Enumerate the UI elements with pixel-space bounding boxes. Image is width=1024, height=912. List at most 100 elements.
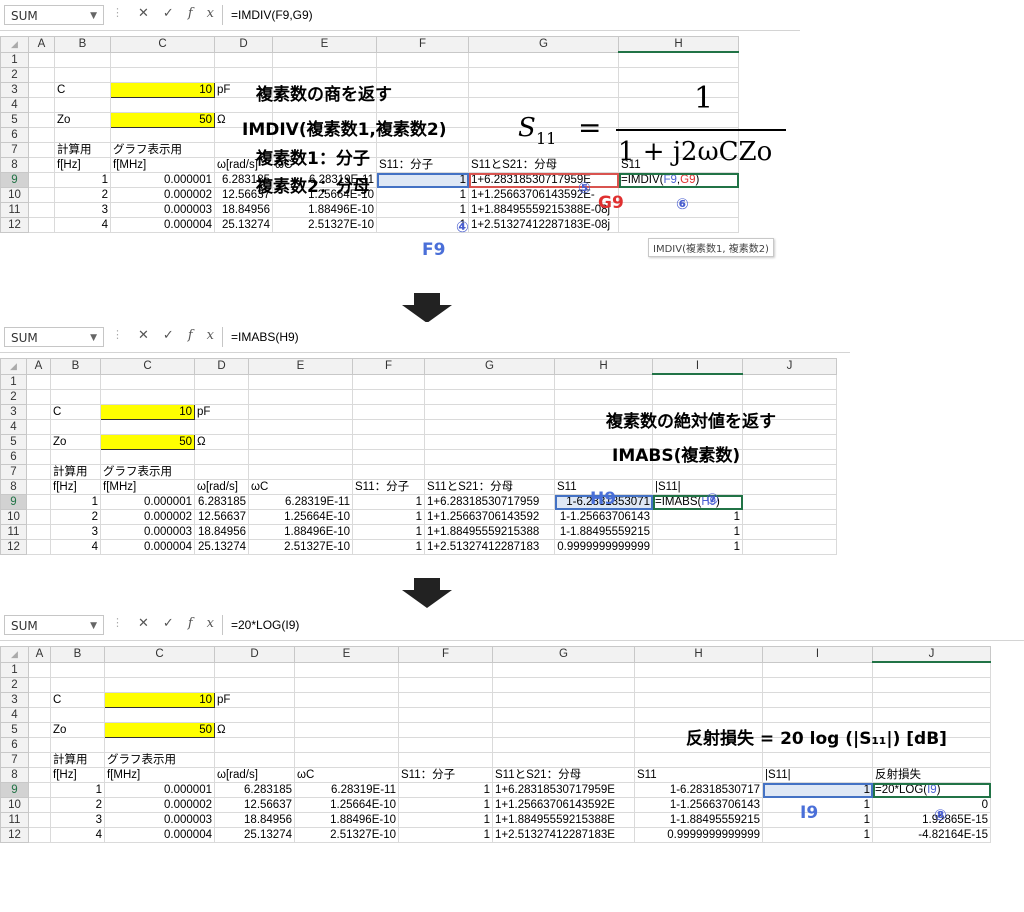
cell-c6[interactable] xyxy=(104,737,215,753)
formula-input[interactable]: =20*LOG(I9) xyxy=(222,615,1018,635)
cell-g8[interactable]: S11とS21：分母 xyxy=(424,479,555,495)
cell-h12[interactable] xyxy=(618,217,739,233)
select-all-corner[interactable]: ◢ xyxy=(0,646,29,663)
cell-i10[interactable]: 1 xyxy=(652,509,743,525)
row-header[interactable]: 1 xyxy=(0,373,27,390)
cell-f6[interactable] xyxy=(352,449,425,465)
cell-j6[interactable] xyxy=(742,449,837,465)
cell-b8[interactable]: f[Hz] xyxy=(50,767,105,783)
cell-j2[interactable] xyxy=(742,389,837,405)
row-header[interactable]: 9 xyxy=(0,782,29,798)
cell-h1[interactable] xyxy=(634,661,763,678)
row-header[interactable]: 1 xyxy=(0,661,29,678)
enter-icon[interactable]: ✓ xyxy=(163,6,188,21)
cell-d8[interactable]: ω[rad/s] xyxy=(194,479,249,495)
cell-b1[interactable] xyxy=(54,51,111,68)
row-header[interactable]: 3 xyxy=(0,404,27,420)
chevron-down-icon[interactable]: ▼ xyxy=(90,6,97,26)
cell-g11[interactable]: 1+1.88495559215388 xyxy=(424,524,555,540)
cell-d12[interactable]: 25.13274 xyxy=(194,539,249,555)
cell-i4[interactable] xyxy=(762,707,873,723)
cell-c3[interactable]: 10 xyxy=(100,404,195,420)
cell-e1[interactable] xyxy=(272,51,377,68)
cell-f3[interactable] xyxy=(352,404,425,420)
cell-c4[interactable] xyxy=(100,419,195,435)
cell-g9[interactable]: 1+6.28318530717959E xyxy=(492,782,635,798)
cell-g12[interactable]: 1+2.51327412287183E-08j xyxy=(468,217,619,233)
cell-a9[interactable] xyxy=(26,494,51,510)
cell-g12[interactable]: 1+2.51327412287183E xyxy=(492,827,635,843)
cell-h1[interactable] xyxy=(554,373,653,390)
cell-d5[interactable]: Ω xyxy=(214,722,295,738)
cell-c7[interactable]: グラフ表示用 xyxy=(110,142,215,158)
cell-e2[interactable] xyxy=(248,389,353,405)
row-header[interactable]: 8 xyxy=(0,479,27,495)
cell-f12[interactable]: 1 xyxy=(352,539,425,555)
cell-j2[interactable] xyxy=(872,677,991,693)
cell-d2[interactable] xyxy=(194,389,249,405)
cell-c3[interactable]: 10 xyxy=(110,82,215,98)
cell-e2[interactable] xyxy=(294,677,399,693)
cell-c9[interactable]: 0.000001 xyxy=(104,782,215,798)
cell-f4[interactable] xyxy=(398,707,493,723)
cell-f5[interactable] xyxy=(398,722,493,738)
cell-b9[interactable]: 1 xyxy=(54,172,111,188)
row-header[interactable]: 12 xyxy=(0,539,27,555)
column-header-f[interactable]: F xyxy=(398,646,493,663)
cell-a11[interactable] xyxy=(28,202,55,218)
cell-g5[interactable] xyxy=(492,722,635,738)
cell-c1[interactable] xyxy=(104,661,215,678)
cell-d7[interactable] xyxy=(194,464,249,480)
column-header-d[interactable]: D xyxy=(194,358,249,375)
chevron-down-icon[interactable]: ▼ xyxy=(90,328,97,348)
cell-g1[interactable] xyxy=(424,373,555,390)
cell-j8[interactable]: 反射損失 xyxy=(872,767,991,783)
cell-j9[interactable]: =20*LOG(I9) xyxy=(872,782,991,798)
cell-j8[interactable] xyxy=(742,479,837,495)
row-header[interactable]: 3 xyxy=(0,82,29,98)
cell-c6[interactable] xyxy=(100,449,195,465)
cell-d4[interactable] xyxy=(194,419,249,435)
cell-c7[interactable]: グラフ表示用 xyxy=(104,752,215,768)
cell-f10[interactable]: 1 xyxy=(398,797,493,813)
cell-j10[interactable]: 0 xyxy=(872,797,991,813)
cell-h3[interactable] xyxy=(634,692,763,708)
cell-d2[interactable] xyxy=(214,677,295,693)
cell-a10[interactable] xyxy=(28,187,55,203)
cell-e12[interactable]: 2.51327E-10 xyxy=(294,827,399,843)
row-header[interactable]: 5 xyxy=(0,722,29,738)
cell-a6[interactable] xyxy=(28,127,55,143)
cell-a4[interactable] xyxy=(26,419,51,435)
column-header-b[interactable]: B xyxy=(50,646,105,663)
column-header-i[interactable]: I xyxy=(652,358,743,375)
cell-g6[interactable] xyxy=(424,449,555,465)
column-header-c[interactable]: C xyxy=(110,36,215,53)
cell-h4[interactable] xyxy=(634,707,763,723)
cell-i3[interactable] xyxy=(762,692,873,708)
cell-b12[interactable]: 4 xyxy=(50,827,105,843)
cell-c5[interactable]: 50 xyxy=(100,434,195,450)
cell-b4[interactable] xyxy=(50,419,101,435)
cell-e8[interactable]: ωC xyxy=(294,767,399,783)
cell-a2[interactable] xyxy=(28,67,55,83)
row-header[interactable]: 12 xyxy=(0,827,29,843)
cell-b1[interactable] xyxy=(50,661,105,678)
cell-e9[interactable]: 6.28319E-11 xyxy=(294,782,399,798)
cell-c8[interactable]: f[MHz] xyxy=(100,479,195,495)
cell-j11[interactable]: 1.92865E-15 xyxy=(872,812,991,828)
cell-b6[interactable] xyxy=(50,737,105,753)
column-header-g[interactable]: G xyxy=(492,646,635,663)
cell-d1[interactable] xyxy=(194,373,249,390)
cell-e1[interactable] xyxy=(294,661,399,678)
column-header-c[interactable]: C xyxy=(104,646,215,663)
name-box[interactable]: SUM ▼ xyxy=(4,615,104,635)
cell-f11[interactable]: 1 xyxy=(352,524,425,540)
column-header-g[interactable]: G xyxy=(424,358,555,375)
cell-a12[interactable] xyxy=(28,827,51,843)
cell-c8[interactable]: f[MHz] xyxy=(104,767,215,783)
cell-b3[interactable]: C xyxy=(54,82,111,98)
row-header[interactable]: 10 xyxy=(0,509,27,525)
cell-h2[interactable] xyxy=(554,389,653,405)
column-header-f[interactable]: F xyxy=(352,358,425,375)
cell-i12[interactable]: 1 xyxy=(762,827,873,843)
